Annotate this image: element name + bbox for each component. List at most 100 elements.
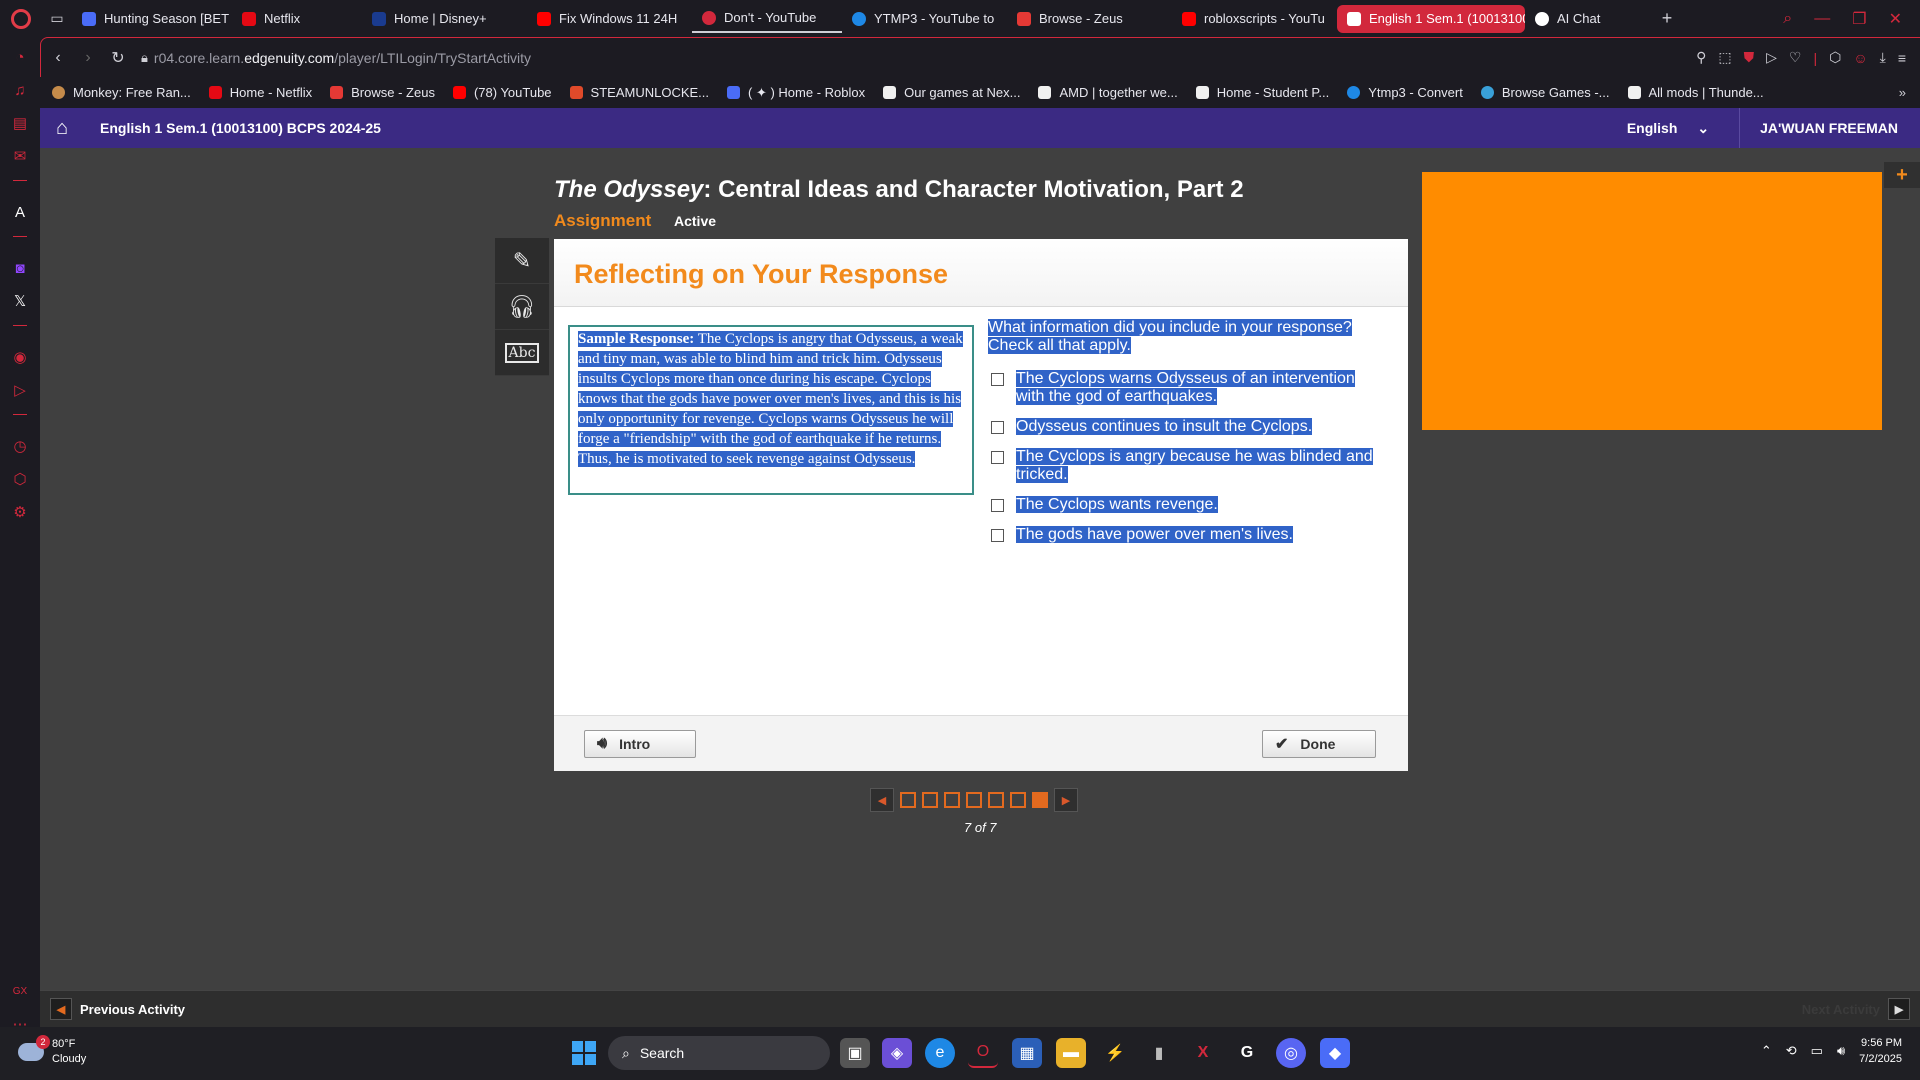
choice-item[interactable]: Odysseus continues to insult the Cyclops… [988, 418, 1388, 436]
bookmark-item[interactable]: Our games at Nex... [883, 85, 1020, 100]
browser-tab-active[interactable]: English 1 Sem.1 (10013100 [1337, 4, 1525, 33]
done-button[interactable]: ✔ Done [1262, 730, 1376, 758]
bookmark-item[interactable]: Home - Student P... [1195, 85, 1329, 100]
file-explorer-icon[interactable]: ▬ [1056, 1038, 1086, 1068]
menu-icon[interactable]: ≡ [1898, 50, 1906, 66]
search-tabs-icon[interactable]: ⌕ [1783, 10, 1792, 28]
previous-page-icon[interactable]: ◀ [870, 788, 894, 812]
checkbox[interactable] [991, 529, 1004, 542]
previous-activity-button[interactable]: ◀ Previous Activity [50, 998, 185, 1020]
xbox-app-icon[interactable]: X [1188, 1038, 1218, 1068]
choice-item[interactable]: The Cyclops is angry because he was blin… [988, 448, 1388, 484]
task-view-icon[interactable]: ▣ [840, 1038, 870, 1068]
tab-overview-icon[interactable]: ▭ [42, 0, 72, 37]
snapshot-icon[interactable]: ⬚ [1718, 49, 1731, 66]
checkbox[interactable] [991, 451, 1004, 464]
zeus-icon[interactable]: ⚡ [1100, 1038, 1130, 1068]
back-icon[interactable]: ‹ [45, 49, 71, 67]
taskbar-search[interactable]: ⌕ Search [608, 1036, 830, 1070]
weather-widget[interactable]: 2 80°F Cloudy [18, 1035, 86, 1067]
music-player-icon[interactable]: ♫ [7, 77, 33, 103]
choice-item[interactable]: The gods have power over men's lives. [988, 526, 1388, 544]
browser-tab[interactable]: AI Chat [1525, 5, 1645, 33]
browser-tab[interactable]: Home | Disney+ [362, 5, 527, 33]
expand-plus-icon[interactable]: + [1884, 162, 1920, 188]
home-icon[interactable]: ⌂ [40, 108, 84, 148]
bookmark-item[interactable]: STEAMUNLOCKE... [569, 85, 709, 100]
language-select[interactable]: English ⌄ [1627, 108, 1741, 148]
intro-button[interactable]: 🔊︎ Intro [584, 730, 696, 758]
adblock-icon[interactable]: ⛊ [1744, 49, 1755, 66]
media-icon[interactable]: ▷ [1766, 49, 1777, 66]
sync-icon[interactable]: ⟲ [1786, 1043, 1797, 1059]
url-field[interactable]: r04.core.learn.edgenuity.com/player/LTIL… [154, 50, 531, 66]
choice-item[interactable]: The Cyclops wants revenge. [988, 496, 1388, 514]
opera-gx-icon[interactable]: O [968, 1038, 998, 1068]
reload-icon[interactable]: ↻ [105, 48, 131, 68]
browser-tab[interactable]: Don't - YouTube [692, 5, 842, 33]
bookmark-item[interactable]: ( ✦ ) Home - Roblox [727, 85, 865, 101]
checkbox[interactable] [991, 421, 1004, 434]
play-icon[interactable]: ▷ [7, 377, 33, 403]
bookmark-item[interactable]: (78) YouTube [452, 85, 552, 100]
page-square[interactable] [900, 792, 916, 808]
gx-corner-icon[interactable]: ▤ [7, 110, 33, 136]
extensions-icon[interactable]: ⬡ [7, 466, 33, 492]
mail-icon[interactable]: ✉ [7, 143, 33, 169]
heart-icon[interactable]: ♡ [1789, 49, 1802, 66]
pencil-icon[interactable]: ✎ [495, 238, 549, 284]
next-activity-button[interactable]: Next Activity ▶ [1802, 998, 1910, 1020]
close-icon[interactable]: ✕ [1889, 9, 1902, 29]
roblox-icon[interactable]: ◆ [1320, 1038, 1350, 1068]
chevron-up-icon[interactable]: ⌃ [1761, 1043, 1772, 1059]
user-name[interactable]: JA'WUAN FREEMAN [1740, 120, 1920, 136]
discord-icon[interactable]: ◎ [1276, 1038, 1306, 1068]
bookmark-icon[interactable]: ⚲ [1696, 49, 1706, 66]
opera-logo-icon[interactable] [0, 0, 42, 37]
bookmark-item[interactable]: All mods | Thunde... [1627, 85, 1764, 100]
extensions-icon[interactable]: ⬡ [1829, 49, 1841, 66]
page-square[interactable] [944, 792, 960, 808]
player-icon[interactable]: ◉ [7, 344, 33, 370]
messenger-icon[interactable]: A [7, 199, 33, 225]
bookmark-item[interactable]: Monkey: Free Ran... [52, 85, 191, 100]
headphones-icon[interactable]: 🎧︎ [495, 284, 549, 330]
page-square-current[interactable] [1032, 792, 1048, 808]
choice-item[interactable]: The Cyclops warns Odysseus of an interve… [988, 370, 1388, 406]
dictionary-icon[interactable]: Abc [495, 330, 549, 376]
windows-start-icon[interactable] [572, 1041, 596, 1065]
page-square[interactable] [922, 792, 938, 808]
volume-icon[interactable]: 🔊︎ [1837, 1043, 1845, 1059]
twitch-icon[interactable]: ◙ [7, 255, 33, 281]
bookmark-item[interactable]: Ytmp3 - Convert [1347, 85, 1463, 100]
bookmark-item[interactable]: Home - Netflix [208, 85, 312, 100]
browser-tab[interactable]: Netflix [232, 5, 362, 33]
new-tab-icon[interactable]: + [1655, 7, 1679, 31]
bookmark-item[interactable]: Browse Games -... [1480, 85, 1610, 100]
browser-tab[interactable]: YTMP3 - YouTube to [842, 5, 1007, 33]
aria-icon[interactable]: ◔ [7, 44, 33, 70]
forward-icon[interactable]: › [75, 49, 101, 67]
browser-tab[interactable]: robloxscripts - YouTu [1172, 5, 1337, 33]
checkbox[interactable] [991, 373, 1004, 386]
edge-icon[interactable]: e [925, 1038, 955, 1068]
page-square[interactable] [966, 792, 982, 808]
clock[interactable]: 9:56 PM 7/2/2025 [1859, 1035, 1902, 1067]
checkbox[interactable] [991, 499, 1004, 512]
restore-icon[interactable]: ❐ [1852, 9, 1866, 29]
history-icon[interactable]: ◷ [7, 433, 33, 459]
minimize-icon[interactable]: — [1814, 10, 1830, 28]
browser-tab[interactable]: Browse - Zeus [1007, 5, 1172, 33]
bookmarks-overflow-icon[interactable]: » [1899, 85, 1920, 100]
profile-icon[interactable]: ☺ [1853, 50, 1867, 66]
g-app-icon[interactable]: G [1232, 1038, 1262, 1068]
bookmark-item[interactable]: Browse - Zeus [330, 85, 435, 100]
browser-tab[interactable]: Fix Windows 11 24H [527, 5, 692, 33]
network-icon[interactable]: ▭ [1811, 1043, 1823, 1059]
page-square[interactable] [1010, 792, 1026, 808]
app-icon[interactable]: ▮ [1144, 1038, 1174, 1068]
browser-tab[interactable]: Hunting Season [BET [72, 5, 232, 33]
store-icon[interactable]: ▦ [1012, 1038, 1042, 1068]
bookmark-item[interactable]: AMD | together we... [1038, 85, 1178, 100]
page-square[interactable] [988, 792, 1004, 808]
